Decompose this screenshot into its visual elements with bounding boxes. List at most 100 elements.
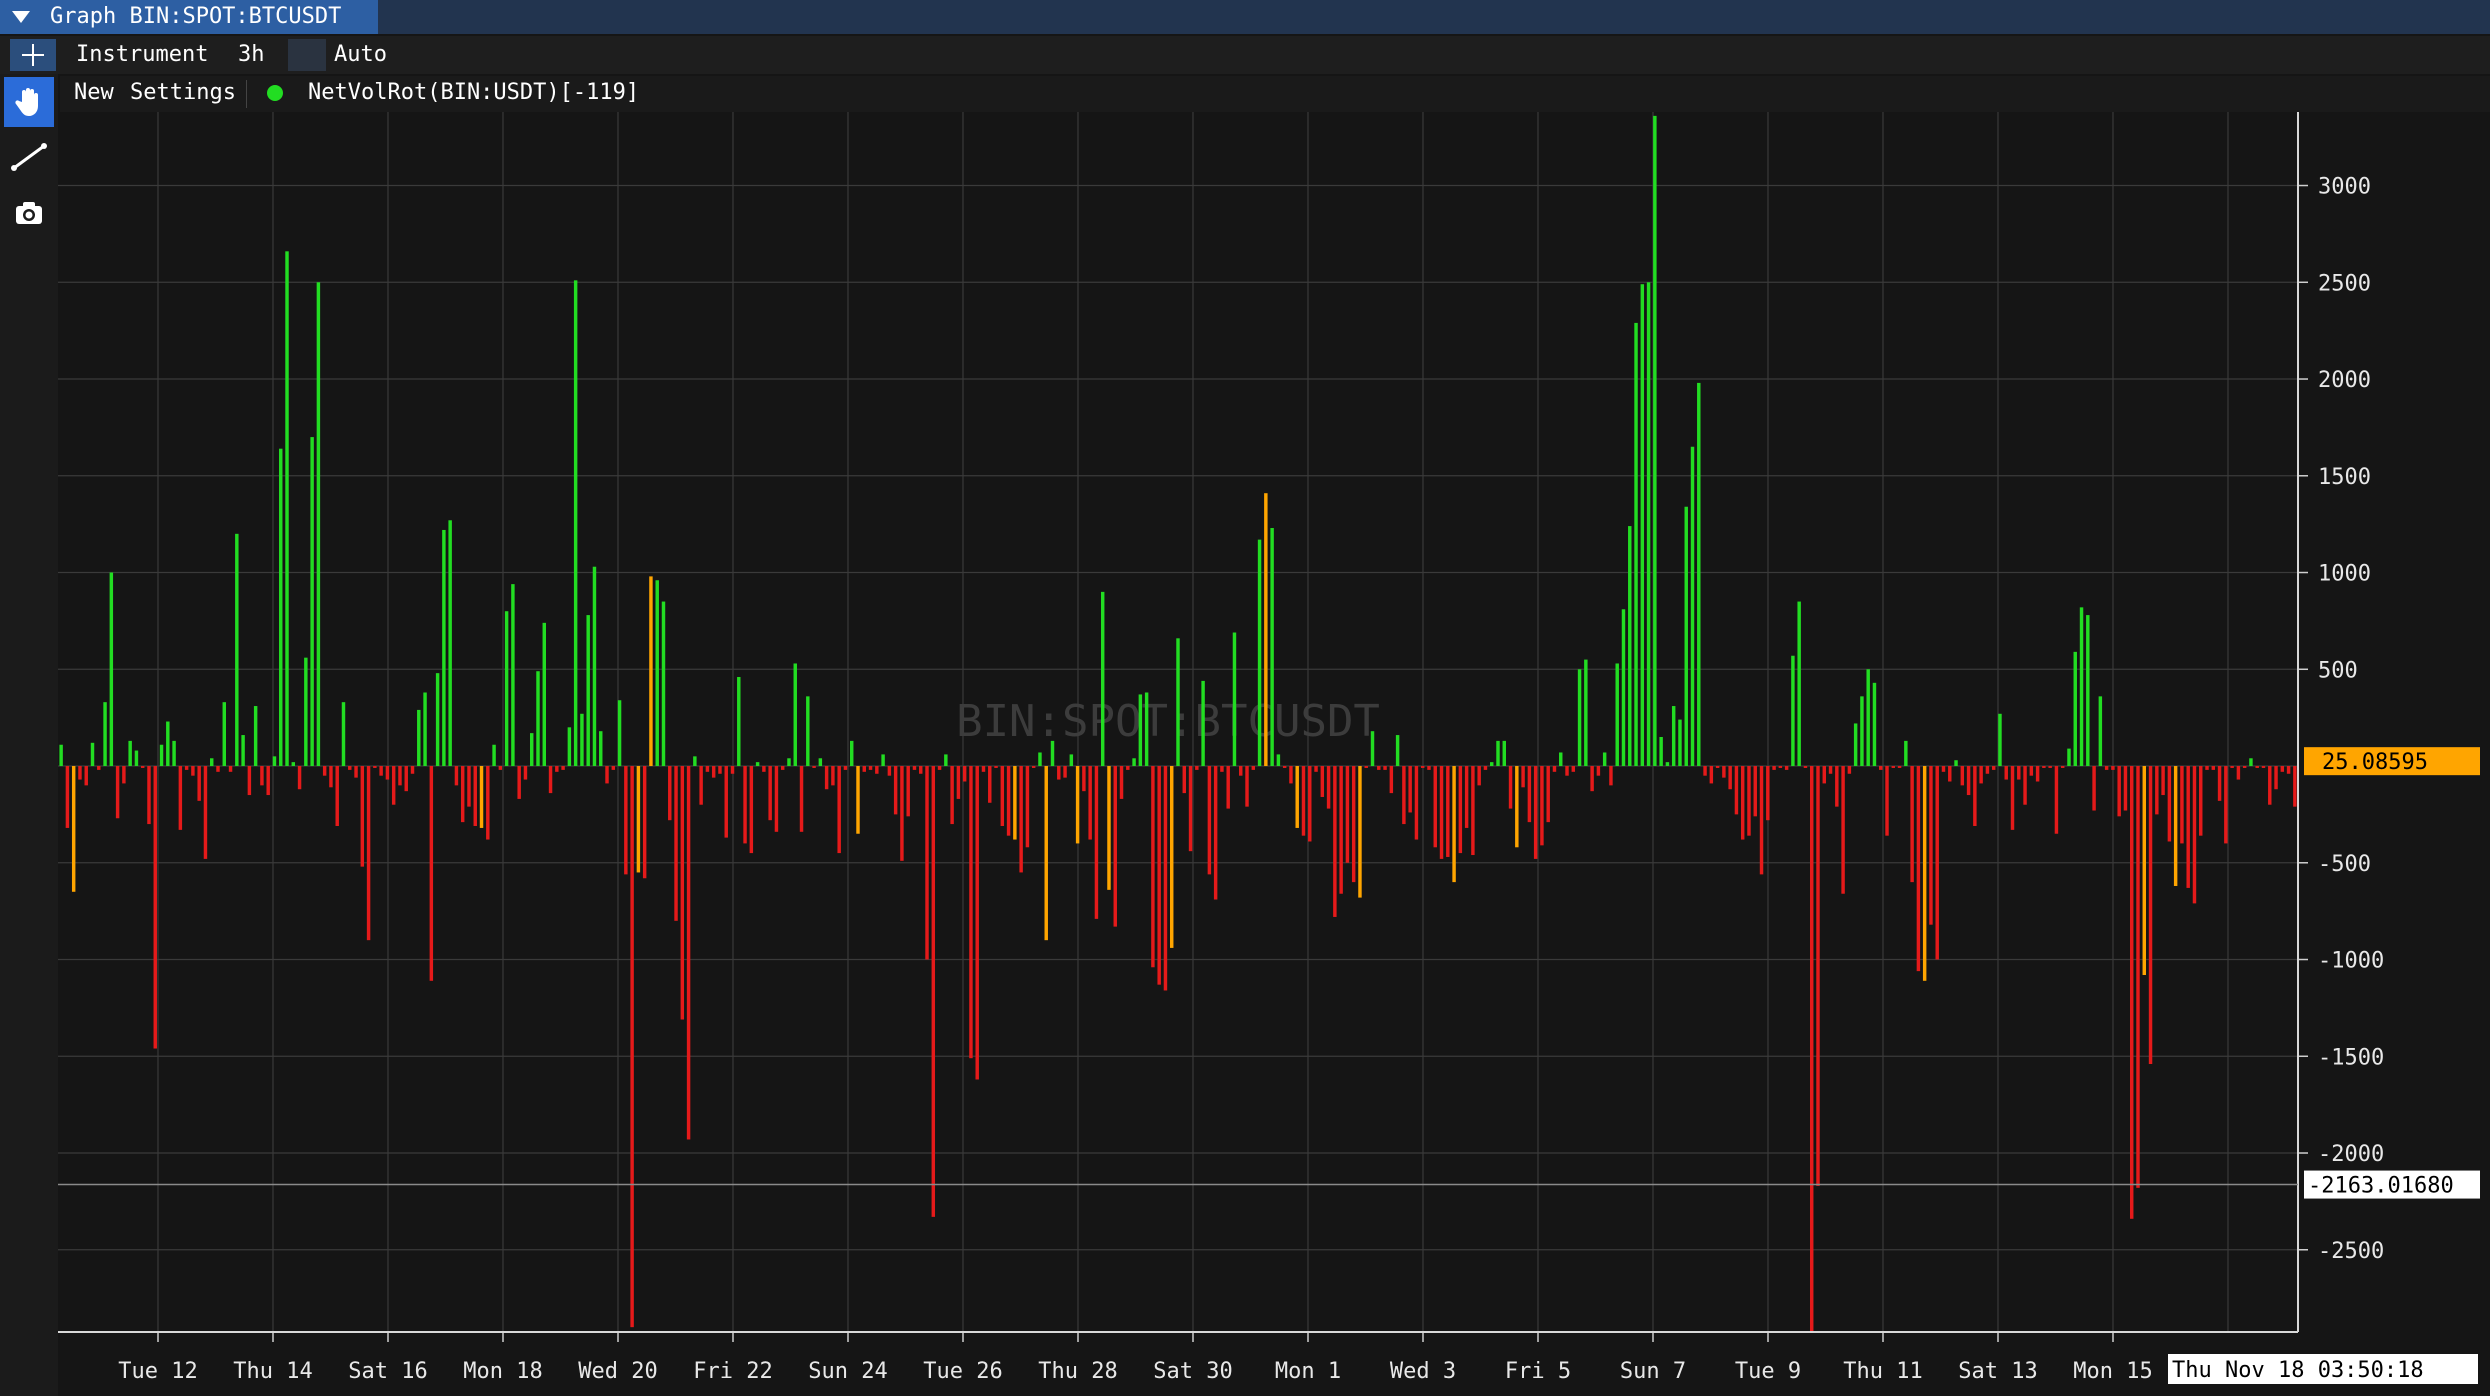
- volume-bar: [548, 766, 553, 794]
- volume-bar: [812, 766, 816, 768]
- volume-bar: [1860, 696, 1864, 767]
- volume-bar: [1188, 766, 1193, 852]
- interval-button[interactable]: 3h: [238, 42, 265, 68]
- volume-bar: [1571, 766, 1576, 772]
- volume-bar: [1615, 663, 1619, 767]
- x-tick-label: Fri 5: [1505, 1359, 1571, 1384]
- volume-bar: [272, 756, 277, 767]
- volume-bar: [153, 766, 157, 1049]
- pan-tool-button[interactable]: [4, 77, 54, 127]
- indicator-status-dot[interactable]: [267, 85, 283, 101]
- volume-bar: [1797, 601, 1801, 767]
- volume-bar: [630, 766, 634, 1328]
- volume-bar: [1458, 766, 1463, 854]
- volume-bar: [988, 766, 992, 803]
- volume-bar: [567, 727, 572, 767]
- volume-bar: [2192, 766, 2197, 904]
- chart-watermark: BIN:SPOT:BTCUSDT: [956, 696, 1380, 747]
- volume-bar: [1389, 766, 1394, 794]
- dropdown-triangle-icon[interactable]: [12, 11, 30, 23]
- volume-bar: [128, 740, 132, 767]
- volume-bar: [492, 744, 496, 767]
- volume-bar: [2042, 766, 2046, 768]
- volume-bar: [454, 766, 459, 786]
- volume-bar: [1628, 526, 1632, 767]
- y-tick-label: -1500: [2318, 1045, 2384, 1070]
- volume-bar: [391, 766, 396, 805]
- volume-bar: [2130, 766, 2134, 1219]
- volume-bar: [1935, 766, 1939, 960]
- graph-tab[interactable]: Graph BIN:SPOT:BTCUSDT: [0, 0, 378, 34]
- volume-bar: [1734, 766, 1739, 815]
- x-tick-label: Fri 22: [693, 1359, 772, 1384]
- volume-bar: [1019, 766, 1023, 873]
- screenshot-button[interactable]: [4, 188, 54, 238]
- volume-bar: [1176, 638, 1180, 767]
- volume-bar: [686, 766, 691, 1140]
- x-tick-label: Wed 3: [1390, 1359, 1456, 1384]
- volume-bar: [1973, 766, 1977, 826]
- new-button[interactable]: New: [74, 80, 114, 106]
- volume-bar: [1088, 766, 1092, 840]
- volume-bar: [1960, 766, 1965, 786]
- volume-bar: [693, 756, 697, 767]
- volume-bar: [1138, 694, 1143, 767]
- volume-bar: [1759, 766, 1764, 875]
- volume-bar: [724, 766, 728, 838]
- volume-bar: [2167, 766, 2172, 842]
- hand-icon: [15, 88, 38, 116]
- volume-bar: [2224, 766, 2228, 844]
- volume-bar: [341, 702, 346, 767]
- volume-bar: [711, 766, 716, 778]
- volume-bar: [1446, 766, 1450, 857]
- indicator-name[interactable]: NetVolRot(BIN:USDT)[-119]: [308, 80, 639, 106]
- volume-bar: [1301, 766, 1306, 836]
- volume-bar: [912, 766, 917, 770]
- crosshair-plus-icon[interactable]: [10, 39, 56, 71]
- volume-bar: [1370, 731, 1375, 767]
- volume-bar: [78, 766, 82, 780]
- volume-bar: [1810, 766, 1814, 1332]
- volume-bar: [1000, 766, 1005, 826]
- volume-bar: [373, 766, 377, 768]
- volume-bar: [147, 766, 151, 825]
- volume-bar: [467, 766, 471, 807]
- volume-bar: [1546, 766, 1550, 823]
- volume-bar: [887, 766, 892, 776]
- instrument-button[interactable]: Instrument: [76, 42, 208, 68]
- volume-bar: [1897, 766, 1902, 768]
- volume-bar: [1414, 766, 1419, 840]
- volume-bar: [279, 448, 283, 767]
- volume-bar: [1565, 766, 1569, 776]
- volume-bar: [768, 766, 772, 821]
- volume-bar: [1948, 766, 1952, 782]
- y-tick-label: -500: [2318, 852, 2371, 877]
- settings-button[interactable]: Settings: [130, 80, 236, 106]
- volume-bar: [893, 766, 898, 815]
- volume-bar: [2205, 766, 2209, 770]
- volume-bar: [1665, 762, 1670, 767]
- volume-bar: [2029, 766, 2034, 776]
- volume-bar: [1684, 506, 1688, 767]
- volume-bar: [1157, 766, 1161, 985]
- volume-bar: [435, 673, 440, 767]
- volume-bar: [1013, 766, 1017, 840]
- volume-bar: [172, 740, 176, 767]
- volume-bar: [1621, 609, 1626, 767]
- volume-bar: [962, 766, 967, 782]
- volume-chart[interactable]: BIN:SPOT:BTCUSDT -2500 -2000 -1500 -1000 -50…: [58, 112, 2490, 1396]
- volume-bar: [1904, 740, 1908, 767]
- volume-bar: [1006, 766, 1011, 836]
- volume-bar: [1891, 766, 1896, 768]
- y-tick-label: 1500: [2318, 465, 2371, 490]
- volume-bar: [1057, 766, 1061, 780]
- line-tool-button[interactable]: [4, 132, 54, 182]
- volume-bar: [1339, 766, 1343, 894]
- main-toolbar: Instrument 3h Auto: [0, 36, 2490, 74]
- volume-bar: [1835, 766, 1839, 807]
- volume-bar: [210, 758, 214, 767]
- tool-sidebar: [0, 74, 58, 1396]
- volume-bar: [1715, 766, 1720, 768]
- volume-bar: [1289, 766, 1293, 784]
- scale-auto-button[interactable]: Auto: [334, 42, 387, 68]
